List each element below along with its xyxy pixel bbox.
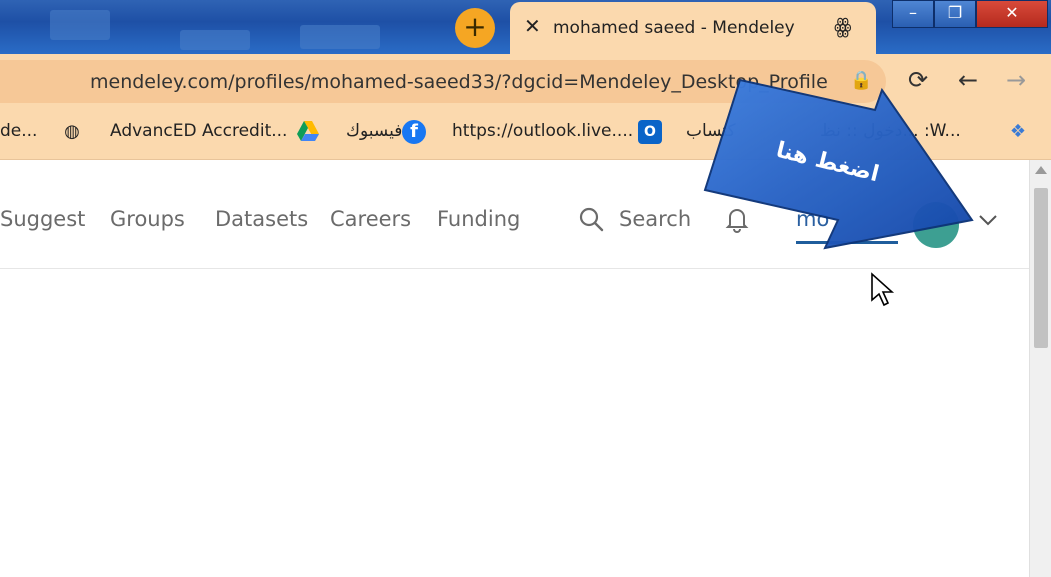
bookmark-outlook[interactable]: https://outlook.live.... bbox=[452, 121, 633, 141]
bookmark-facebook[interactable]: فيسبوك bbox=[346, 121, 402, 141]
scrollbar[interactable] bbox=[1029, 160, 1051, 577]
search-label[interactable]: Search bbox=[619, 207, 691, 231]
forward-icon[interactable]: → bbox=[1006, 66, 1026, 94]
google-drive-icon bbox=[296, 120, 320, 144]
mouse-cursor-icon bbox=[871, 272, 895, 307]
nav-funding[interactable]: Funding bbox=[437, 207, 520, 231]
facebook-icon: f bbox=[402, 120, 426, 144]
mendeley-favicon-icon: ꙮ bbox=[834, 14, 852, 38]
nav-careers[interactable]: Careers bbox=[330, 207, 411, 231]
close-window-button[interactable]: ✕ bbox=[976, 0, 1048, 28]
active-tab[interactable]: ✕ mohamed saeed - Mendeley ꙮ bbox=[510, 2, 876, 54]
app-icon: ❖ bbox=[1009, 121, 1027, 142]
bookmark-1[interactable]: de... bbox=[0, 121, 37, 141]
tab-title: mohamed saeed - Mendeley bbox=[553, 18, 795, 38]
nav-datasets[interactable]: Datasets bbox=[215, 207, 308, 231]
search-icon[interactable] bbox=[578, 206, 604, 232]
restore-button[interactable]: ❐ bbox=[934, 0, 976, 28]
browser-titlebar: + ✕ mohamed saeed - Mendeley ꙮ – ❐ ✕ bbox=[0, 0, 1051, 54]
tab-close-icon[interactable]: ✕ bbox=[524, 14, 541, 38]
globe-icon: ◍ bbox=[64, 121, 80, 142]
minimize-button[interactable]: – bbox=[892, 0, 934, 28]
outlook-icon: O bbox=[638, 120, 662, 144]
bookmark-advanced[interactable]: AdvancED Accredit... bbox=[110, 121, 287, 141]
new-tab-button[interactable]: + bbox=[455, 8, 495, 48]
scroll-thumb[interactable] bbox=[1034, 188, 1048, 348]
scroll-up-arrow[interactable] bbox=[1035, 166, 1047, 174]
nav-suggest[interactable]: Suggest bbox=[0, 207, 85, 231]
nav-groups[interactable]: Groups bbox=[110, 207, 185, 231]
